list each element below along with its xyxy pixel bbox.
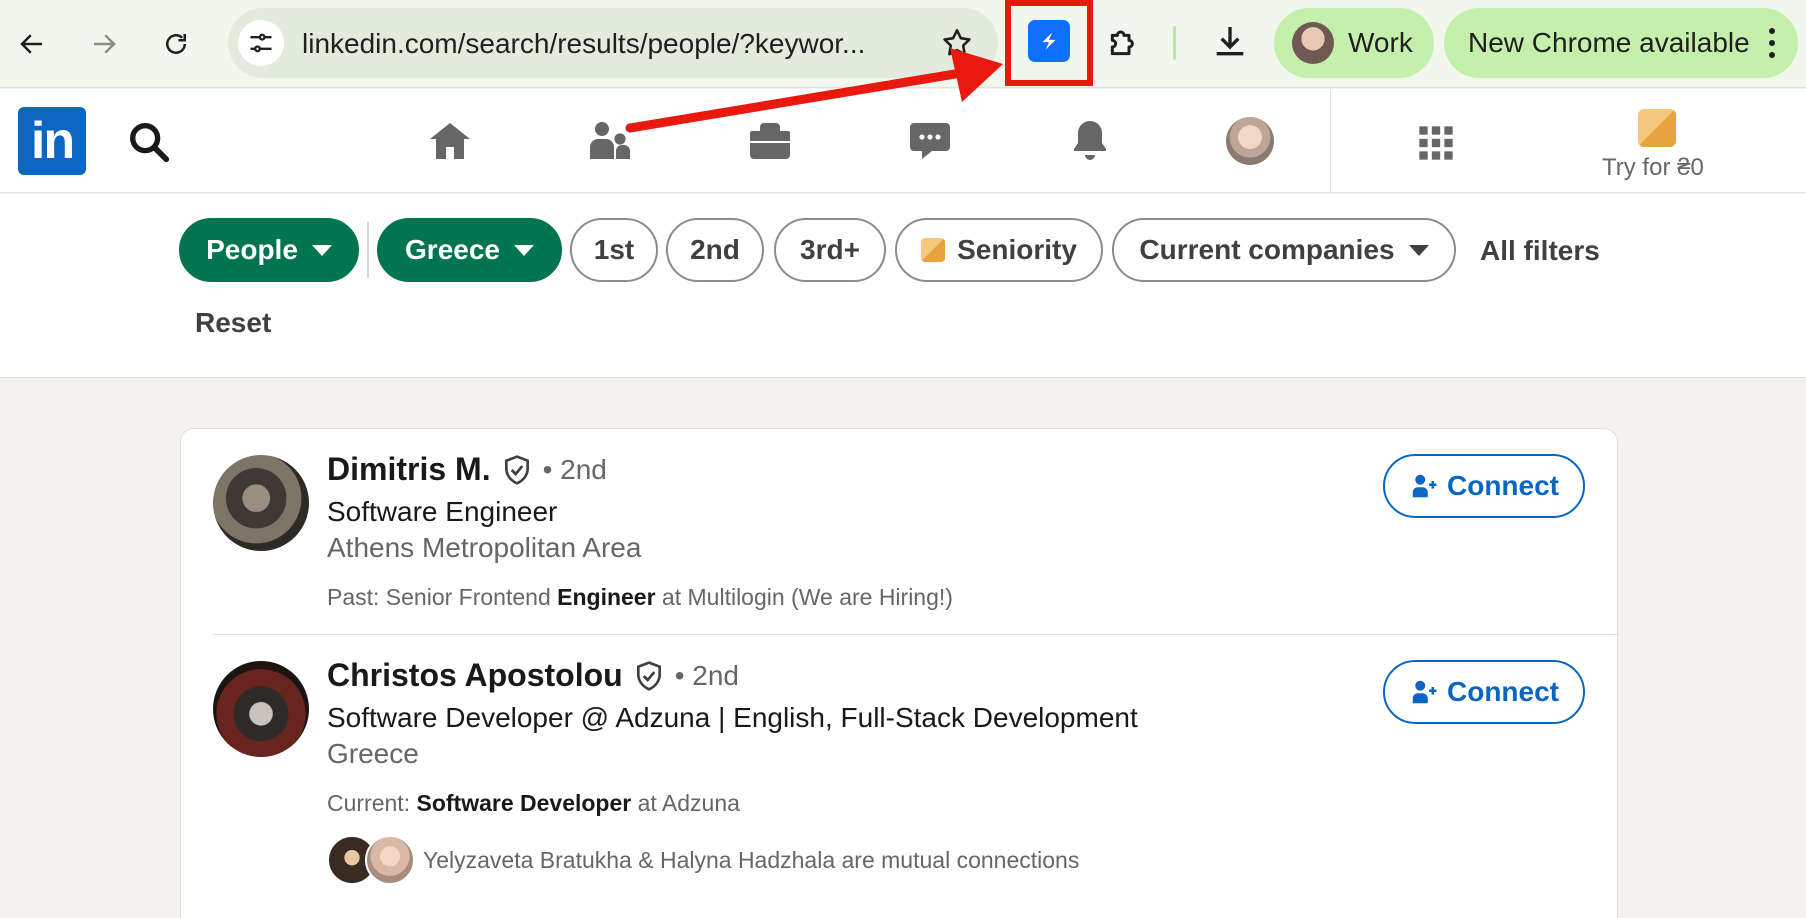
jobs-briefcase-icon[interactable]: [746, 117, 794, 165]
result-headline: Software Engineer: [327, 496, 558, 527]
result-name[interactable]: Dimitris M.: [327, 451, 491, 488]
arrow-right-icon: [94, 34, 116, 54]
filter-1st[interactable]: 1st: [570, 218, 658, 282]
address-bar[interactable]: linkedin.com/search/results/people/?keyw…: [228, 8, 998, 78]
download-icon[interactable]: [1210, 22, 1250, 62]
result-headline: Software Developer @ Adzuna | English, F…: [327, 702, 1138, 733]
home-icon[interactable]: [426, 117, 474, 165]
result-name-row: Dimitris M. • 2nd: [327, 451, 607, 488]
filter-3rd-plus[interactable]: 3rd+: [774, 218, 886, 282]
filter-1st-label: 1st: [593, 234, 635, 265]
reload-button[interactable]: [154, 22, 198, 66]
premium-icon: [921, 238, 946, 262]
filter-location-label: Greece: [405, 234, 500, 265]
filter-3rd-plus-label: 3rd+: [800, 234, 860, 265]
filter-seniority-label: Seniority: [957, 234, 1077, 265]
filter-people-label: People: [206, 234, 298, 265]
extensions-puzzle-icon[interactable]: [1104, 22, 1144, 62]
verified-shield-icon: [504, 454, 529, 485]
search-icon[interactable]: [126, 119, 172, 165]
chrome-update-button[interactable]: New Chrome available: [1444, 8, 1798, 78]
verified-shield-icon: [636, 660, 661, 691]
snippet-prefix: Current:: [327, 790, 417, 816]
filter-2nd-label: 2nd: [690, 234, 740, 265]
me-avatar[interactable]: [1226, 117, 1274, 165]
add-person-icon: [1412, 474, 1437, 498]
apps-grid-icon[interactable]: [1416, 123, 1456, 163]
filter-2nd[interactable]: 2nd: [666, 218, 764, 282]
add-person-icon: [1412, 680, 1437, 704]
avatar[interactable]: [213, 661, 309, 757]
messaging-icon[interactable]: [906, 117, 954, 165]
back-button[interactable]: [10, 22, 54, 66]
profile-button[interactable]: Work: [1274, 8, 1434, 78]
connect-button[interactable]: Connect: [1383, 660, 1585, 724]
filter-current-companies-label: Current companies: [1139, 234, 1395, 265]
avatar[interactable]: [213, 455, 309, 551]
header-divider: [1330, 89, 1331, 193]
chevron-down-icon: [1408, 244, 1429, 256]
result-location: Athens Metropolitan Area: [327, 532, 642, 563]
premium-link[interactable]: Try for ₴0: [1602, 154, 1704, 182]
profile-label: Work: [1348, 27, 1413, 58]
search-results-card: Dimitris M. • 2nd Software Engineer Athe…: [180, 428, 1619, 918]
notifications-bell-icon[interactable]: [1066, 117, 1114, 165]
reload-icon: [166, 34, 186, 54]
premium-icon[interactable]: [1638, 109, 1676, 147]
bookmark-star-icon[interactable]: [940, 26, 974, 60]
all-filters-button[interactable]: All filters: [1480, 235, 1600, 267]
mutual-connections-text[interactable]: Yelyzaveta Bratukha & Halyna Hadzhala ar…: [423, 847, 1079, 874]
url-text[interactable]: linkedin.com/search/results/people/?keyw…: [302, 28, 902, 60]
snippet-bold: Engineer: [557, 584, 656, 610]
filter-seniority[interactable]: Seniority: [895, 218, 1103, 282]
result-name[interactable]: Christos Apostolou: [327, 657, 623, 694]
result-name-row: Christos Apostolou • 2nd: [327, 657, 739, 694]
chevron-down-icon: [513, 244, 534, 256]
browser-toolbar: linkedin.com/search/results/people/?keyw…: [0, 0, 1806, 88]
highlight-annotation: [1005, 0, 1093, 86]
snippet-prefix: Past: Senior Frontend: [327, 584, 558, 610]
toolbar-separator: [1173, 26, 1176, 60]
linkedin-header: in Try for ₴0: [0, 89, 1806, 193]
site-info-button[interactable]: [238, 20, 284, 66]
snippet-suffix: at Adzuna: [631, 790, 740, 816]
arrow-left-icon: [20, 34, 42, 54]
filter-current-companies[interactable]: Current companies: [1112, 218, 1456, 282]
update-label: New Chrome available: [1468, 27, 1750, 58]
snippet-suffix: at Multilogin (We are Hiring!): [655, 584, 953, 610]
kebab-menu-icon[interactable]: [1768, 28, 1776, 58]
filter-people[interactable]: People: [179, 218, 359, 282]
result-snippet: Current: Software Developer at Adzuna: [327, 790, 740, 817]
connect-label: Connect: [1447, 470, 1559, 501]
search-filters-bar: People Greece 1st 2nd 3rd+ Seniority Cur…: [0, 194, 1806, 378]
tune-icon: [250, 33, 272, 53]
filter-location[interactable]: Greece: [377, 218, 562, 282]
filter-divider: [367, 222, 369, 278]
reset-button[interactable]: Reset: [195, 307, 271, 339]
my-network-icon[interactable]: [586, 117, 634, 165]
snippet-bold: Software Developer: [416, 790, 632, 816]
result-location: Greece: [327, 738, 419, 769]
result-separator: [213, 634, 1619, 635]
connect-label: Connect: [1447, 676, 1559, 707]
avatar: [365, 835, 415, 885]
profile-avatar: [1292, 22, 1334, 64]
forward-button[interactable]: [82, 22, 126, 66]
connect-button[interactable]: Connect: [1383, 454, 1585, 518]
result-snippet: Past: Senior Frontend Engineer at Multil…: [327, 584, 953, 611]
connection-degree: • 2nd: [674, 659, 739, 691]
chevron-down-icon: [311, 244, 332, 256]
mutual-connections-avatars[interactable]: [327, 835, 417, 885]
connection-degree: • 2nd: [542, 453, 607, 485]
linkedin-logo[interactable]: in: [18, 107, 86, 175]
